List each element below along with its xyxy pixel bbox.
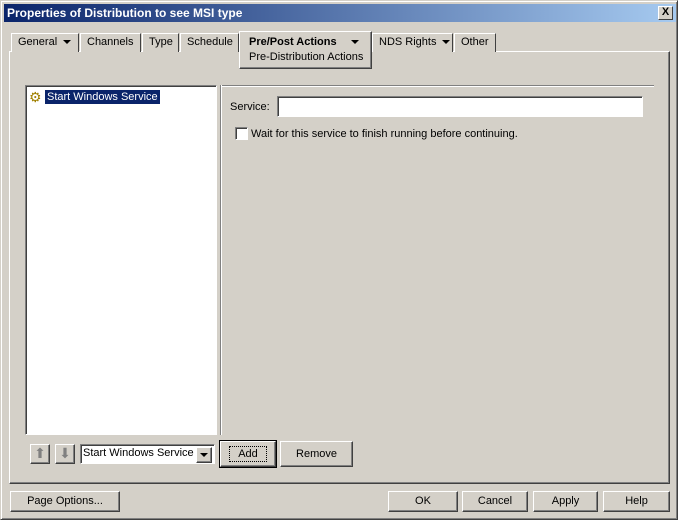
close-button[interactable]: X bbox=[658, 6, 673, 20]
tab-label: Type bbox=[149, 36, 173, 48]
chevron-down-icon[interactable] bbox=[350, 40, 359, 45]
chevron-down-icon bbox=[200, 453, 208, 457]
tab-label: Other bbox=[461, 36, 489, 48]
tab-schedule[interactable]: Schedule bbox=[180, 33, 239, 52]
action-type-select[interactable]: Start Windows Service bbox=[80, 444, 215, 464]
actions-list[interactable]: ⚙ Start Windows Service bbox=[25, 85, 217, 435]
help-button[interactable]: Help bbox=[603, 491, 670, 512]
tab-other[interactable]: Other bbox=[454, 33, 496, 52]
tab-nds-rights[interactable]: NDS Rights bbox=[372, 33, 453, 52]
tab-label: Schedule bbox=[187, 36, 233, 48]
chevron-down-icon[interactable] bbox=[442, 40, 451, 45]
service-input[interactable] bbox=[277, 96, 643, 117]
move-up-button[interactable]: ⬆ bbox=[30, 444, 50, 464]
arrow-up-icon: ⬆ bbox=[34, 445, 46, 461]
list-item-label: Start Windows Service bbox=[45, 90, 160, 104]
arrow-down-icon: ⬇ bbox=[59, 445, 71, 461]
add-button[interactable]: Add bbox=[219, 440, 277, 468]
divider bbox=[220, 85, 654, 86]
apply-button[interactable]: Apply bbox=[533, 491, 598, 512]
window-title: Properties of Distribution to see MSI ty… bbox=[7, 6, 243, 20]
list-item[interactable]: ⚙ Start Windows Service bbox=[29, 89, 213, 105]
cancel-button[interactable]: Cancel bbox=[462, 491, 528, 512]
tab-label: NDS Rights bbox=[379, 36, 437, 48]
properties-dialog: Properties of Distribution to see MSI ty… bbox=[0, 0, 678, 520]
dropdown-button[interactable] bbox=[196, 447, 212, 463]
service-label: Service: bbox=[230, 101, 270, 113]
tab-general[interactable]: General bbox=[11, 33, 79, 52]
add-label: Add bbox=[229, 446, 267, 462]
chevron-down-icon[interactable] bbox=[63, 40, 72, 45]
remove-button[interactable]: Remove bbox=[280, 441, 353, 467]
action-type-value: Start Windows Service bbox=[83, 447, 194, 459]
tab-label: Pre/Post Actions bbox=[249, 36, 337, 48]
ok-button[interactable]: OK bbox=[388, 491, 458, 512]
move-down-button[interactable]: ⬇ bbox=[55, 444, 75, 464]
tab-type[interactable]: Type bbox=[142, 33, 179, 52]
tab-label: Channels bbox=[87, 36, 134, 48]
title-bar: Properties of Distribution to see MSI ty… bbox=[4, 4, 676, 22]
wait-checkbox[interactable] bbox=[235, 127, 248, 140]
tab-label: General bbox=[18, 36, 58, 48]
tab-pre-post-actions[interactable]: Pre/Post Actions Pre-Distribution Actions bbox=[239, 31, 372, 69]
divider bbox=[220, 85, 221, 435]
tab-channels[interactable]: Channels bbox=[80, 33, 141, 52]
tab-subpage-pre-distribution-actions[interactable]: Pre-Distribution Actions bbox=[249, 52, 371, 63]
gear-icon: ⚙ bbox=[29, 89, 42, 105]
wait-checkbox-label: Wait for this service to finish running … bbox=[251, 128, 518, 140]
page-options-button[interactable]: Page Options... bbox=[10, 491, 120, 512]
